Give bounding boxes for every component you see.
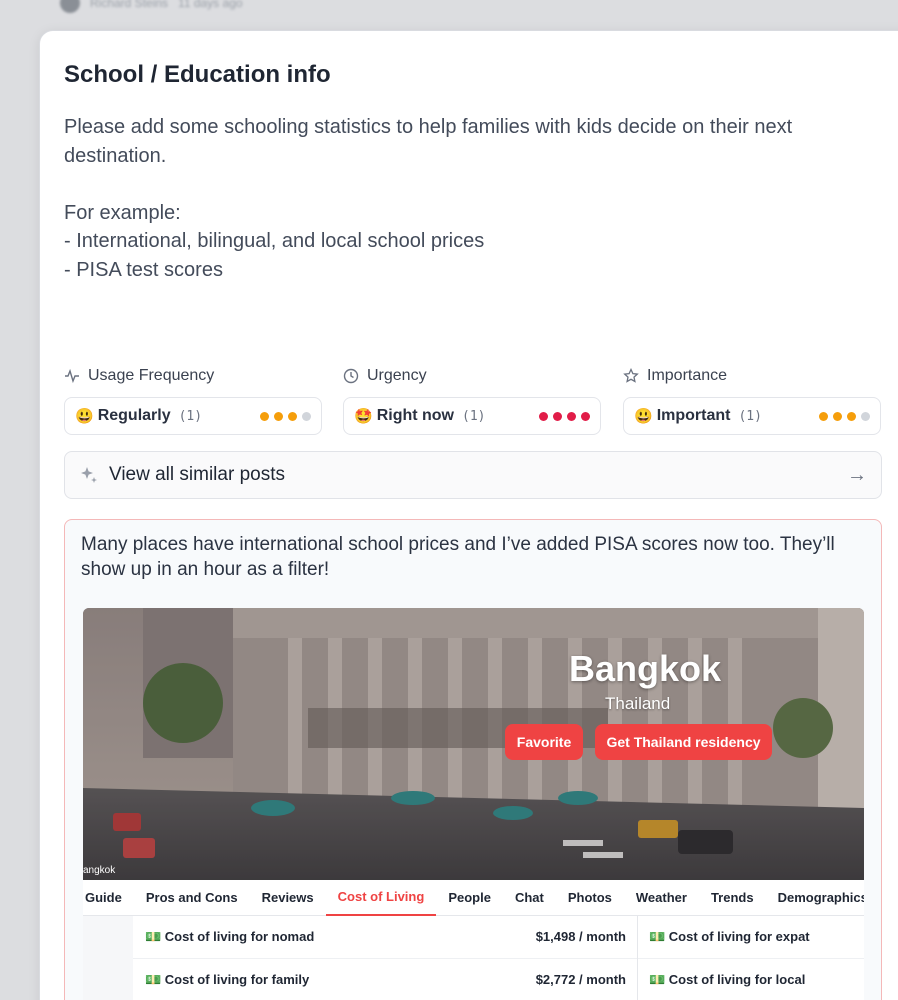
admin-reply: Many places have international school pr… [64,519,882,1000]
level-dot-filled [553,411,562,421]
tab-people[interactable]: People [436,880,503,916]
table-row: 💵 Cost of living for nomad $1,498 / mont… [83,916,864,959]
tab-weather[interactable]: Weather [624,880,699,916]
post-body-line: - PISA test scores [64,258,223,281]
column-divider [637,959,638,1000]
tab-demographics[interactable]: Demographics [766,880,864,916]
column-divider [637,916,638,959]
view-similar-posts-button[interactable]: View all similar posts → [64,451,882,499]
favorite-button[interactable]: Favorite [505,724,583,760]
meta-heading-label: Urgency [367,367,427,384]
sparkles-icon [81,467,97,483]
post-title: School / Education info [64,61,331,88]
post-body-line: - International, bilingual, and local sc… [64,230,485,252]
urgency-pill[interactable]: 🤩 Right now (1) [343,397,601,435]
row-spacer [83,959,133,1000]
meta-count: (1) [178,408,203,424]
importance-pill[interactable]: 😃 Important (1) [623,397,881,435]
level-dots [260,411,311,421]
post-time: 11 days ago [178,0,243,10]
level-dot-filled [581,411,590,421]
post-body-line: Please add some schooling statistics to … [64,116,793,167]
usage-frequency-heading: Usage Frequency [64,367,214,385]
tab-reviews[interactable]: Reviews [250,880,326,916]
city-tabs: Guide Pros and Cons Reviews Cost of Livi… [83,880,864,916]
tab-cost-of-living[interactable]: Cost of Living [325,880,437,916]
tab-pros-and-cons[interactable]: Pros and Cons [134,880,250,916]
city-hero-image: Bangkok Thailand Favorite Get Thailand r… [83,608,864,880]
meta-count: (1) [738,408,762,424]
cost-label: 💵 Cost of living for expat [649,929,810,944]
clock-icon [343,368,359,384]
level-dot-filled [819,411,828,421]
cost-value: $2,772 / month [535,972,626,987]
cost-of-living-table: 💵 Cost of living for nomad $1,498 / mont… [83,916,864,1000]
cost-label: 💵 Cost of living for local [649,972,806,987]
level-dot-empty [861,411,870,421]
level-dots [819,411,870,421]
post-modal: School / Education info Please add some … [39,30,898,1000]
level-dot-filled [539,411,548,421]
meta-value: Regularly [97,407,171,424]
reply-text: Many places have international school pr… [81,534,835,580]
post-body-line: For example: [64,201,181,224]
tab-photos[interactable]: Photos [556,880,624,916]
city-name: Bangkok [569,648,722,689]
table-row: 💵 Cost of living for family $2,772 / mon… [83,959,864,1000]
star-icon [623,368,639,383]
arrow-right-icon: → [847,463,867,486]
level-dot-filled [274,411,283,421]
meta-heading-label: Importance [647,367,728,384]
level-dot-filled [567,411,576,421]
level-dot-empty [302,411,311,421]
post-body: Please add some schooling statistics to … [64,113,844,284]
meta-value: Important [656,407,731,424]
level-dots [539,411,590,421]
meta-emoji: 😃 [634,408,653,425]
meta-count: (1) [462,408,486,424]
tab-guide[interactable]: Guide [83,880,134,916]
view-similar-posts-label: View all similar posts [109,464,285,485]
cost-label: 💵 Cost of living for family [145,972,310,987]
level-dot-filled [288,411,297,421]
avatar [60,0,80,13]
meta-emoji: 😃 [75,408,94,425]
level-dot-filled [847,411,856,421]
get-residency-button[interactable]: Get Thailand residency [595,724,772,760]
post-header-row: Richard Steins 11 days ago [60,0,243,14]
activity-icon [65,368,79,384]
meta-heading-label: Usage Frequency [88,367,215,384]
cost-label: 💵 Cost of living for nomad [145,929,315,944]
city-country: Thailand [605,694,671,713]
row-spacer [83,916,133,959]
level-dot-filled [833,411,842,421]
tab-trends[interactable]: Trends [699,880,766,916]
usage-frequency-pill[interactable]: 😃 Regularly (1) [64,397,322,435]
meta-emoji: 🤩 [354,408,373,425]
meta-value: Right now [376,407,454,424]
author-name: Richard Steins [90,0,169,10]
image-caption: angkok [83,865,116,876]
level-dot-filled [260,411,269,421]
cost-value: $1,498 / month [535,929,626,944]
city-preview-card[interactable]: Bangkok Thailand Favorite Get Thailand r… [83,608,864,1000]
importance-heading: Importance [623,367,727,385]
urgency-heading: Urgency [343,367,427,385]
tab-chat[interactable]: Chat [503,880,556,916]
